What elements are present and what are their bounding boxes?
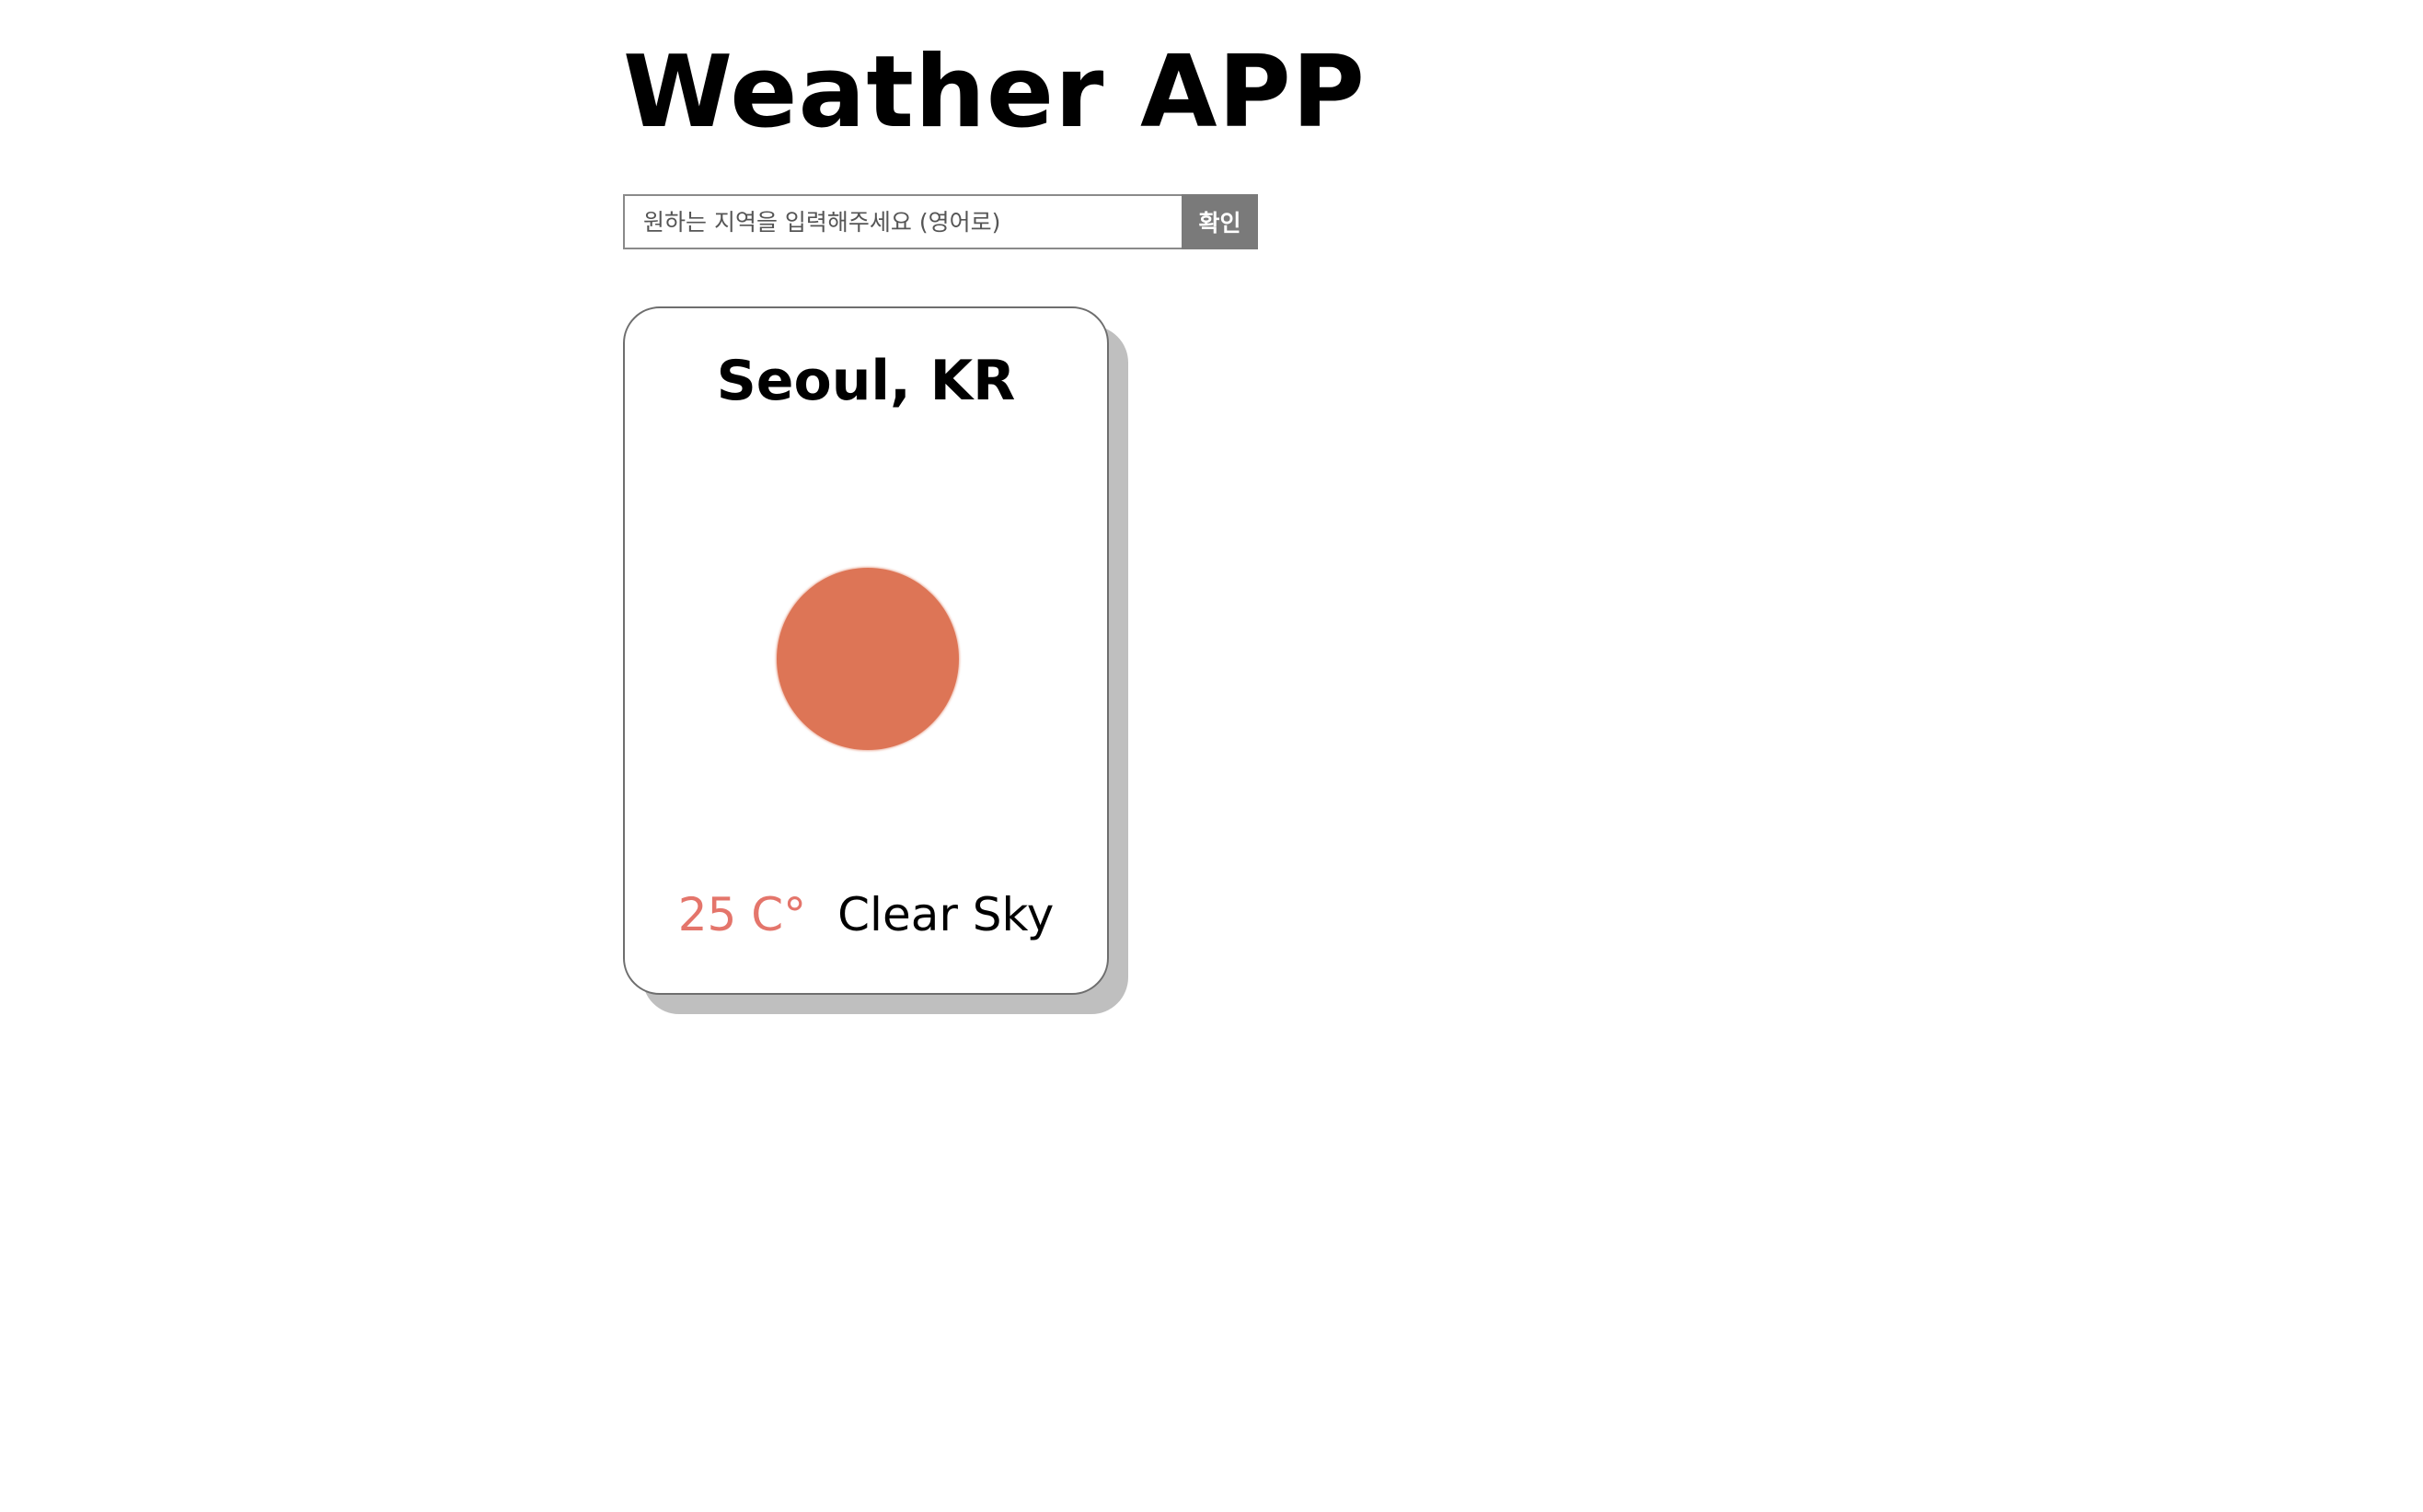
weather-card: Seoul, KR 25 C° Clear Sky bbox=[623, 306, 1109, 995]
sun-icon bbox=[777, 568, 959, 750]
weather-description: Clear Sky bbox=[837, 888, 1055, 941]
weather-info: 25 C° Clear Sky bbox=[625, 888, 1107, 941]
page: Weather APP 확인 Seoul, KR 25 C° Clear Sky bbox=[0, 0, 2423, 1512]
search-form: 확인 bbox=[623, 194, 1258, 249]
search-input[interactable] bbox=[623, 194, 1182, 249]
app-title: Weather APP bbox=[623, 35, 1366, 150]
temperature: 25 C° bbox=[677, 888, 807, 941]
submit-button[interactable]: 확인 bbox=[1182, 194, 1258, 249]
city-name: Seoul, KR bbox=[716, 349, 1016, 413]
